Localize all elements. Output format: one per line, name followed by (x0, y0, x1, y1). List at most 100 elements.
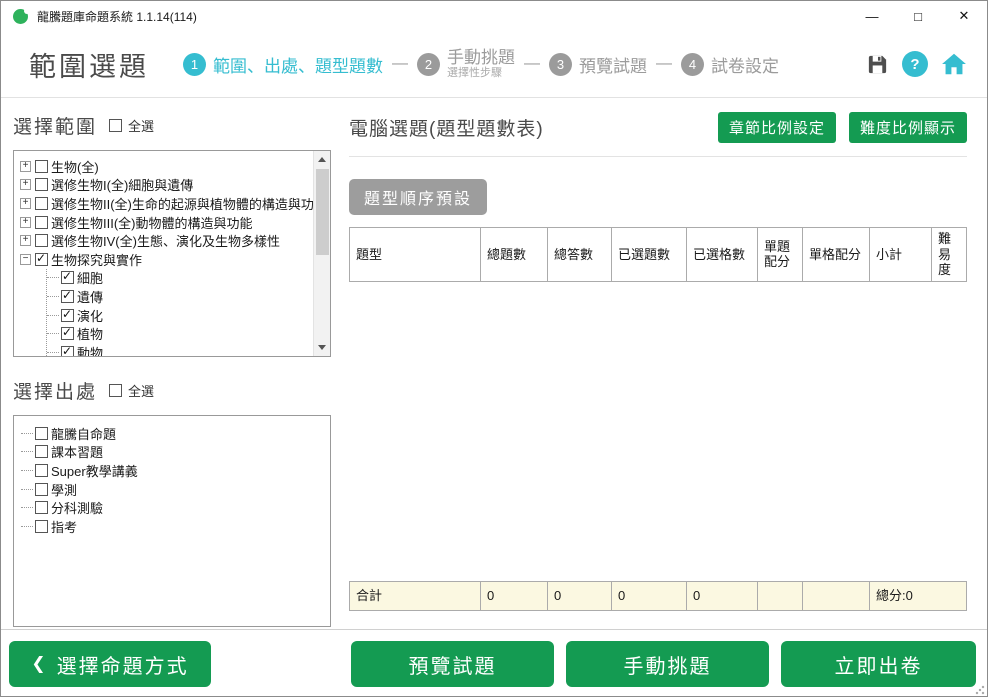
close-button[interactable]: ✕ (941, 1, 987, 31)
expand-icon[interactable]: + (20, 161, 31, 172)
tree-item[interactable]: 細胞 (47, 269, 310, 288)
resize-grip[interactable] (975, 685, 985, 695)
col-total-answers: 總答數 (548, 228, 612, 282)
scroll-up-icon[interactable] (314, 151, 330, 168)
list-item[interactable]: Super教學講義 (21, 461, 324, 480)
checkbox[interactable] (35, 427, 48, 440)
footer-points-per-blank (803, 582, 870, 611)
tree-item-label: 動物 (77, 343, 103, 357)
scrollbar-track[interactable] (314, 255, 330, 339)
source-select-all-checkbox[interactable] (109, 384, 122, 397)
checkbox[interactable] (35, 216, 48, 229)
col-selected-blanks: 已選格數 (687, 228, 758, 282)
tree-item[interactable]: − 生物探究與實作 (20, 250, 310, 269)
save-icon[interactable] (866, 53, 889, 76)
tree-connector (21, 470, 33, 471)
list-item[interactable]: 分科測驗 (21, 498, 324, 517)
footer-points-per-question (758, 582, 803, 611)
panel-divider (349, 156, 967, 157)
type-order-preset-button[interactable]: 題型順序預設 (349, 179, 487, 215)
step-2-label: 手動挑題 (447, 48, 515, 68)
tree-item[interactable]: 動物 (47, 343, 310, 357)
help-icon[interactable]: ? (902, 51, 928, 77)
list-item[interactable]: 學測 (21, 480, 324, 499)
col-subtotal: 小計 (870, 228, 932, 282)
expand-icon[interactable]: + (20, 198, 31, 209)
expand-icon[interactable]: + (20, 179, 31, 190)
tree-item-label: 遺傳 (77, 287, 103, 306)
checkbox[interactable] (35, 253, 48, 266)
list-item[interactable]: 龍騰自命題 (21, 424, 324, 443)
tree-item[interactable]: + 選修生物IV(全)生態、演化及生物多樣性 (20, 231, 310, 250)
checkbox[interactable] (61, 309, 74, 322)
checkbox[interactable] (35, 501, 48, 514)
scope-select-all-checkbox[interactable] (109, 119, 122, 132)
scrollbar-thumb[interactable] (316, 169, 329, 255)
tree-item[interactable]: + 選修生物I(全)細胞與遺傳 (20, 176, 310, 195)
preview-questions-button[interactable]: 預覽試題 (351, 641, 554, 687)
tree-item[interactable]: + 選修生物II(全)生命的起源與植物體的構造與功能 (20, 194, 310, 213)
left-panel: 選擇範圍 全選 + 生物(全) + 選修生物I(全)細胞與遺傳 (1, 98, 334, 629)
table-header-row: 題型 總題數 總答數 已選題數 已選格數 單題配分 單格配分 小計 難易度 (350, 228, 967, 282)
question-type-table-header: 題型 總題數 總答數 已選題數 已選格數 單題配分 單格配分 小計 難易度 (349, 227, 967, 282)
tree-item[interactable]: + 選修生物III(全)動物體的構造與功能 (20, 213, 310, 232)
back-to-mode-button[interactable]: ❮ 選擇命題方式 (9, 641, 211, 687)
checkbox[interactable] (35, 160, 48, 173)
step-2-badge: 2 (417, 53, 440, 76)
checkbox[interactable] (35, 520, 48, 533)
checkbox[interactable] (61, 271, 74, 284)
step-dash: — (524, 55, 540, 73)
checkbox[interactable] (35, 445, 48, 458)
scrollbar[interactable] (313, 151, 330, 356)
tree-children: 細胞 遺傳 演化 植物 (46, 269, 310, 357)
generate-paper-button[interactable]: 立即出卷 (781, 641, 976, 687)
scope-tree: + 生物(全) + 選修生物I(全)細胞與遺傳 + 選修生物II(全)生命的起源… (13, 150, 331, 357)
step-dash: — (392, 55, 408, 73)
home-icon[interactable] (941, 51, 967, 77)
scope-select-all[interactable]: 全選 (109, 116, 154, 135)
tree-item-label: 選修生物III(全)動物體的構造與功能 (51, 213, 253, 232)
source-select-all[interactable]: 全選 (109, 381, 154, 400)
tree-connector (21, 433, 33, 434)
checkbox[interactable] (35, 197, 48, 210)
expand-icon[interactable]: + (20, 235, 31, 246)
checkbox[interactable] (35, 234, 48, 247)
tree-item[interactable]: 植物 (47, 324, 310, 343)
step-4-label: 試卷設定 (711, 52, 779, 77)
step-2-sublabel: 選擇性步驟 (447, 67, 502, 80)
scroll-down-icon[interactable] (314, 339, 330, 356)
chapter-ratio-button[interactable]: 章節比例設定 (718, 112, 836, 143)
source-select-all-label: 全選 (128, 381, 154, 400)
maximize-button[interactable]: □ (895, 1, 941, 31)
checkbox[interactable] (35, 178, 48, 191)
col-points-per-blank: 單格配分 (803, 228, 870, 282)
tree-item[interactable]: + 生物(全) (20, 157, 310, 176)
tree-connector (47, 333, 59, 334)
right-panel: 電腦選題(題型題數表) 章節比例設定 難度比例顯示 題型順序預設 題型 總題數 … (334, 98, 987, 629)
expand-icon[interactable]: + (20, 217, 31, 228)
checkbox[interactable] (35, 464, 48, 477)
list-item-label: 課本習題 (51, 442, 103, 461)
footer-selected-questions: 0 (612, 582, 687, 611)
list-item[interactable]: 指考 (21, 517, 324, 536)
footer-selected-blanks: 0 (687, 582, 758, 611)
tree-connector (47, 352, 59, 353)
checkbox[interactable] (35, 483, 48, 496)
col-total-questions: 總題數 (481, 228, 548, 282)
list-item[interactable]: 課本習題 (21, 443, 324, 462)
footer-total-score: 總分:0 (870, 582, 967, 611)
checkbox[interactable] (61, 290, 74, 303)
tree-item[interactable]: 演化 (47, 306, 310, 325)
manual-pick-button[interactable]: 手動挑題 (566, 641, 769, 687)
collapse-icon[interactable]: − (20, 254, 31, 265)
window-controls: — □ ✕ (849, 1, 987, 31)
tree-item-label: 生物(全) (51, 157, 99, 176)
checkbox[interactable] (61, 346, 74, 357)
difficulty-ratio-button[interactable]: 難度比例顯示 (849, 112, 967, 143)
checkbox[interactable] (61, 327, 74, 340)
list-item-label: 學測 (51, 480, 77, 499)
tree-item-label: 選修生物I(全)細胞與遺傳 (51, 175, 193, 194)
minimize-button[interactable]: — (849, 1, 895, 31)
tree-item-label: 選修生物II(全)生命的起源與植物體的構造與功能 (51, 194, 327, 213)
tree-item[interactable]: 遺傳 (47, 287, 310, 306)
